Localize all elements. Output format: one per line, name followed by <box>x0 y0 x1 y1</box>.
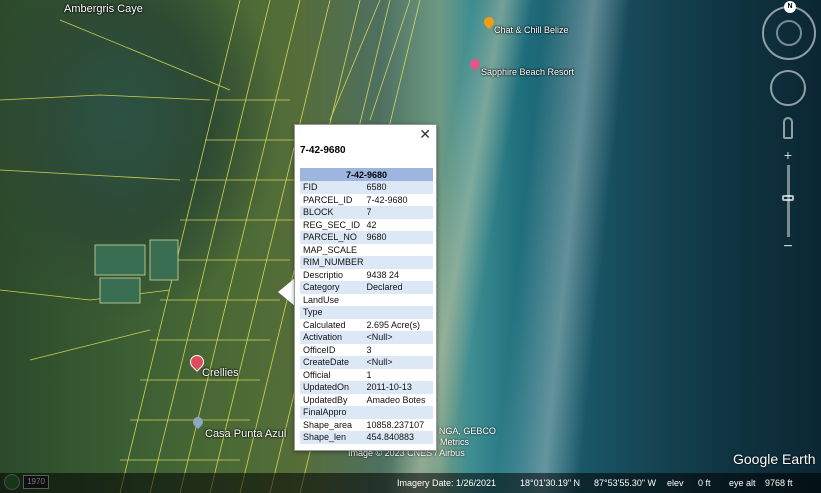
table-row: UpdatedBy Amadeo Botes <box>300 394 433 407</box>
attribute-value: 454.840883 <box>363 431 433 444</box>
attribute-key: RIM_NUMBER <box>300 256 364 269</box>
table-row: PARCEL_ID 7-42-9680 <box>300 194 433 207</box>
eye-alt-label: eye alt <box>729 478 756 488</box>
longitude: 87°53'55.30" W <box>594 478 657 488</box>
attribute-key: MAP_SCALE <box>303 244 358 255</box>
attribute-key: Descriptio <box>303 269 344 280</box>
attribute-value: 42 <box>366 219 377 230</box>
attribute-value <box>363 256 433 269</box>
status-bar: Imagery Date: 1/26/2021 18°01'30.19" N 8… <box>0 473 821 493</box>
attribute-key: BLOCK <box>300 206 364 219</box>
north-indicator[interactable]: N <box>784 1 796 13</box>
zoom-out-button[interactable]: − <box>781 239 795 255</box>
attribute-key: PARCEL_NO <box>300 231 364 244</box>
elevation-value: 0 ft <box>698 478 711 488</box>
table-row: Shape_area 10858.237107 <box>300 419 433 432</box>
zoom-slider[interactable] <box>787 165 790 237</box>
place-label-crellies[interactable]: Crellies <box>202 367 239 379</box>
attribute-key: FinalAppro <box>300 406 364 419</box>
attribute-value <box>364 244 433 257</box>
table-row: MAP_SCALE <box>300 244 433 257</box>
attribute-key: UpdatedOn <box>300 381 364 394</box>
table-row: UpdatedOn 2011-10-13 <box>300 381 433 394</box>
attribute-value <box>364 294 433 307</box>
attribute-key: Shape_area <box>303 419 353 430</box>
attribute-value: 7 <box>363 206 433 219</box>
look-joystick[interactable] <box>770 70 806 106</box>
eye-alt-value: 9768 ft <box>765 478 793 488</box>
attribute-key: REG_SEC_ID <box>303 219 361 230</box>
table-header: 7-42-9680 <box>300 168 433 181</box>
table-row: FinalAppro <box>300 406 433 419</box>
attribute-key: Shape_len <box>300 431 364 444</box>
attribute-key: Type <box>300 306 364 319</box>
balloon-pointer <box>278 278 295 306</box>
compass-ring-icon <box>776 20 802 46</box>
table-row: RIM_NUMBER <box>300 256 433 269</box>
table-row: BLOCK 7 <box>300 206 433 219</box>
place-label-sapphire[interactable]: Sapphire Beach Resort <box>481 67 574 77</box>
attribute-key: Calculated <box>303 319 346 330</box>
attribute-value: Declared <box>363 281 433 294</box>
place-label-chat-chill[interactable]: Chat & Chill Belize <box>494 25 569 35</box>
attribute-value: 10858.237107 <box>366 419 425 430</box>
attribute-key: FID <box>300 181 364 194</box>
attribute-value: 9438 24 <box>366 269 400 280</box>
attribute-value: <Null> <box>363 331 433 344</box>
attribute-value: 6580 <box>363 181 433 194</box>
table-row: FID 6580 <box>300 181 433 194</box>
attribute-value: <Null> <box>363 356 433 369</box>
attribute-key: OfficeID <box>303 344 336 355</box>
table-row: Official 1 <box>300 369 433 382</box>
balloon-title: 7-42-9680 <box>300 145 346 156</box>
table-row: Type <box>300 306 433 319</box>
attribute-key: Activation <box>300 331 364 344</box>
close-icon[interactable]: ✕ <box>419 127 431 141</box>
attribute-table: 7-42-9680 FID 6580 PARCEL_ID 7-42-9680 BLOCK… <box>300 168 433 444</box>
table-row: Activation <Null> <box>300 331 433 344</box>
table-row: REG_SEC_ID 42 <box>300 219 433 232</box>
attribute-key: Official <box>303 369 331 380</box>
attribute-key: PARCEL_ID <box>303 194 353 205</box>
table-row: PARCEL_NO 9680 <box>300 231 433 244</box>
attribute-value: 9680 <box>363 231 433 244</box>
attribute-value: Amadeo Botes <box>366 394 426 405</box>
attribute-key: UpdatedBy <box>303 394 348 405</box>
attribute-value: 1 <box>366 369 372 380</box>
attribute-key: CreateDate <box>300 356 364 369</box>
info-balloon: ✕ 7-42-9680 7-42-9680 FID 6580 PARCEL_ID 7-… <box>294 124 437 451</box>
attribute-value: 2011-10-13 <box>363 381 433 394</box>
table-row: CreateDate <Null> <box>300 356 433 369</box>
imagery-date: Imagery Date: 1/26/2021 <box>397 478 497 488</box>
attribute-key: LandUse <box>303 294 340 305</box>
table-row: OfficeID 3 <box>300 344 433 357</box>
zoom-in-button[interactable]: + <box>781 148 795 162</box>
table-row: Descriptio 9438 24 <box>300 269 433 282</box>
compass-control[interactable]: N <box>762 1 816 60</box>
elevation-label: elev <box>667 478 684 488</box>
latitude: 18°01'30.19" N <box>520 478 581 488</box>
attribute-value: 2.695 Acre(s) <box>366 319 421 330</box>
table-row: Category Declared <box>300 281 433 294</box>
attribute-value: 7-42-9680 <box>366 194 408 205</box>
attribute-value <box>363 406 433 419</box>
attribute-key: Category <box>300 281 364 294</box>
table-row: LandUse <box>300 294 433 307</box>
zoom-slider-handle[interactable] <box>782 195 794 201</box>
place-label-ambergris[interactable]: Ambergris Caye <box>64 3 143 15</box>
place-label-casa-punta-azul[interactable]: Casa Punta Azul <box>205 428 286 440</box>
attribute-value: 3 <box>366 344 372 355</box>
google-earth-logo: Google Earth <box>733 451 816 467</box>
attribute-value <box>363 306 433 319</box>
table-row: Shape_len 454.840883 <box>300 431 433 444</box>
street-view-pegman-icon[interactable] <box>783 117 793 139</box>
table-row: Calculated 2.695 Acre(s) <box>300 319 433 332</box>
